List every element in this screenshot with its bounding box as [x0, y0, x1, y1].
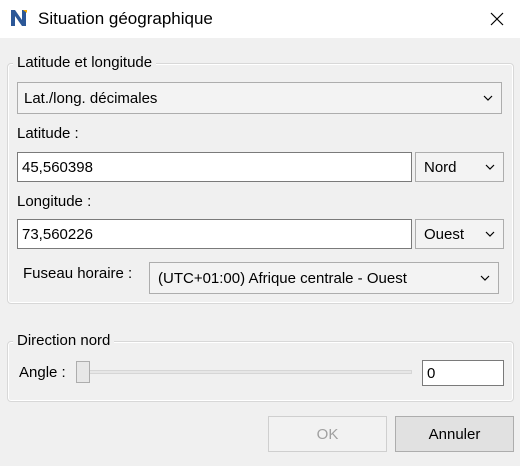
chevron-down-icon: [480, 275, 490, 281]
close-icon: [490, 12, 504, 26]
latitude-direction-select[interactable]: Nord: [415, 152, 504, 182]
timezone-value: (UTC+01:00) Afrique centrale - Ouest: [158, 269, 407, 287]
timezone-label: Fuseau horaire :: [23, 265, 133, 282]
longitude-direction-value: Ouest: [424, 225, 465, 243]
coordinate-format-select[interactable]: Lat./long. décimales: [17, 82, 502, 114]
longitude-field[interactable]: 73,560226: [17, 219, 412, 249]
title-bar: Situation géographique: [0, 0, 520, 38]
latitude-direction-value: Nord: [424, 158, 457, 176]
chevron-down-icon: [485, 231, 495, 237]
chevron-down-icon: [485, 164, 495, 170]
angle-slider-thumb[interactable]: [76, 361, 90, 383]
cancel-button-label: Annuler: [428, 425, 481, 443]
ok-button[interactable]: OK: [268, 416, 387, 452]
chevron-down-icon: [483, 95, 493, 101]
angle-field[interactable]: 0: [422, 360, 504, 386]
angle-label: Angle :: [19, 364, 66, 381]
angle-slider-track[interactable]: [76, 370, 412, 374]
latitude-label: Latitude :: [17, 125, 79, 142]
app-n-icon: [9, 8, 29, 28]
timezone-select[interactable]: (UTC+01:00) Afrique centrale - Ouest: [149, 262, 499, 294]
latitude-field[interactable]: 45,560398: [17, 152, 412, 182]
longitude-direction-select[interactable]: Ouest: [415, 219, 504, 249]
longitude-value: 73,560226: [22, 225, 93, 243]
ok-button-label: OK: [316, 425, 339, 443]
close-button[interactable]: [474, 0, 520, 38]
window-title: Situation géographique: [38, 9, 213, 28]
coordinate-format-value: Lat./long. décimales: [24, 89, 158, 107]
north-direction-group-title: Direction nord: [13, 332, 115, 349]
cancel-button[interactable]: Annuler: [395, 416, 514, 452]
latitude-value: 45,560398: [22, 158, 93, 176]
longitude-label: Longitude :: [17, 193, 92, 210]
angle-value: 0: [427, 364, 436, 382]
latlong-group-title: Latitude et longitude: [13, 54, 157, 71]
